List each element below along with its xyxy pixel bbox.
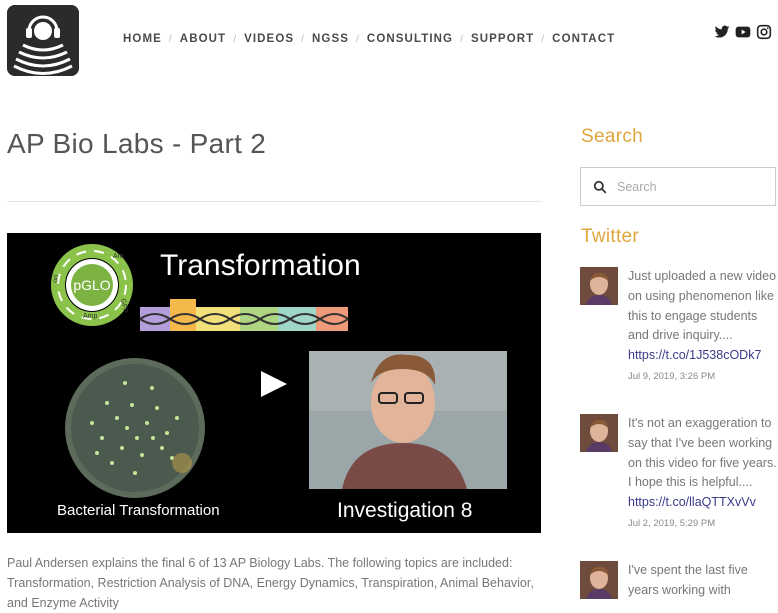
- tweet-timestamp[interactable]: Jul 9, 2019, 3:26 PM: [628, 371, 778, 383]
- tweet-text: It's not an exaggeration to say that I'v…: [628, 416, 777, 490]
- site-logo[interactable]: [7, 5, 79, 76]
- petri-dish-image: [65, 358, 205, 498]
- nav-home[interactable]: HOME: [123, 33, 162, 45]
- video-thumbnail: pGLO Ara GFP Amp ori Transformation Bact…: [7, 233, 541, 533]
- plasmid-graphic: pGLO Ara GFP Amp ori: [51, 244, 133, 326]
- search-heading: Search: [581, 126, 644, 147]
- nav-separator: /: [301, 33, 306, 45]
- nav-support[interactable]: SUPPORT: [471, 33, 534, 45]
- search-input[interactable]: [615, 178, 759, 195]
- nav-contact[interactable]: CONTACT: [552, 33, 615, 45]
- twitter-heading: Twitter: [581, 226, 640, 247]
- video-left-caption: Bacterial Transformation: [57, 502, 220, 519]
- social-links: [714, 24, 772, 40]
- avatar[interactable]: [580, 267, 618, 305]
- search-icon: [593, 180, 607, 193]
- instagram-icon[interactable]: [756, 24, 772, 40]
- nav-consulting[interactable]: CONSULTING: [367, 33, 453, 45]
- post-description: Paul Andersen explains the final 6 of 13…: [7, 556, 534, 610]
- svg-text:Amp: Amp: [83, 313, 98, 320]
- tweet-text: I've spent the last five years working w…: [628, 563, 748, 597]
- nav-about[interactable]: ABOUT: [180, 33, 226, 45]
- main-nav: HOME / ABOUT / VIDEOS / NGSS / CONSULTIN…: [123, 33, 615, 45]
- nav-separator: /: [460, 33, 464, 45]
- video-player[interactable]: pGLO Ara GFP Amp ori Transformation Bact…: [7, 233, 541, 533]
- presenter-image: [309, 351, 507, 489]
- svg-text:Ara: Ara: [113, 253, 124, 260]
- tweet-link[interactable]: https://t.co/llaQTTXvVv: [628, 493, 778, 513]
- headphones-logo-icon: [7, 5, 79, 76]
- twitter-icon[interactable]: [714, 24, 730, 40]
- tweet-link[interactable]: https://t.co/1J538cODk7: [628, 346, 778, 366]
- avatar[interactable]: [580, 414, 618, 452]
- nav-videos[interactable]: VIDEOS: [244, 33, 294, 45]
- tweet-text: Just uploaded a new video on using pheno…: [628, 269, 777, 343]
- video-right-caption: Investigation 8: [337, 499, 472, 522]
- nav-ngss[interactable]: NGSS: [312, 33, 349, 45]
- nav-separator: /: [233, 33, 238, 45]
- nav-separator: /: [356, 33, 360, 45]
- video-heading: Transformation: [160, 249, 361, 282]
- svg-text:pGLO: pGLO: [73, 277, 110, 293]
- youtube-icon[interactable]: [735, 24, 751, 40]
- page-title: AP Bio Labs - Part 2: [7, 128, 267, 159]
- avatar[interactable]: [580, 561, 618, 599]
- title-divider: [7, 201, 541, 202]
- search-box[interactable]: [580, 167, 776, 206]
- nav-separator: /: [168, 33, 173, 45]
- tweet-timestamp[interactable]: Jul 2, 2019, 5:29 PM: [628, 518, 778, 530]
- nav-separator: /: [541, 33, 546, 45]
